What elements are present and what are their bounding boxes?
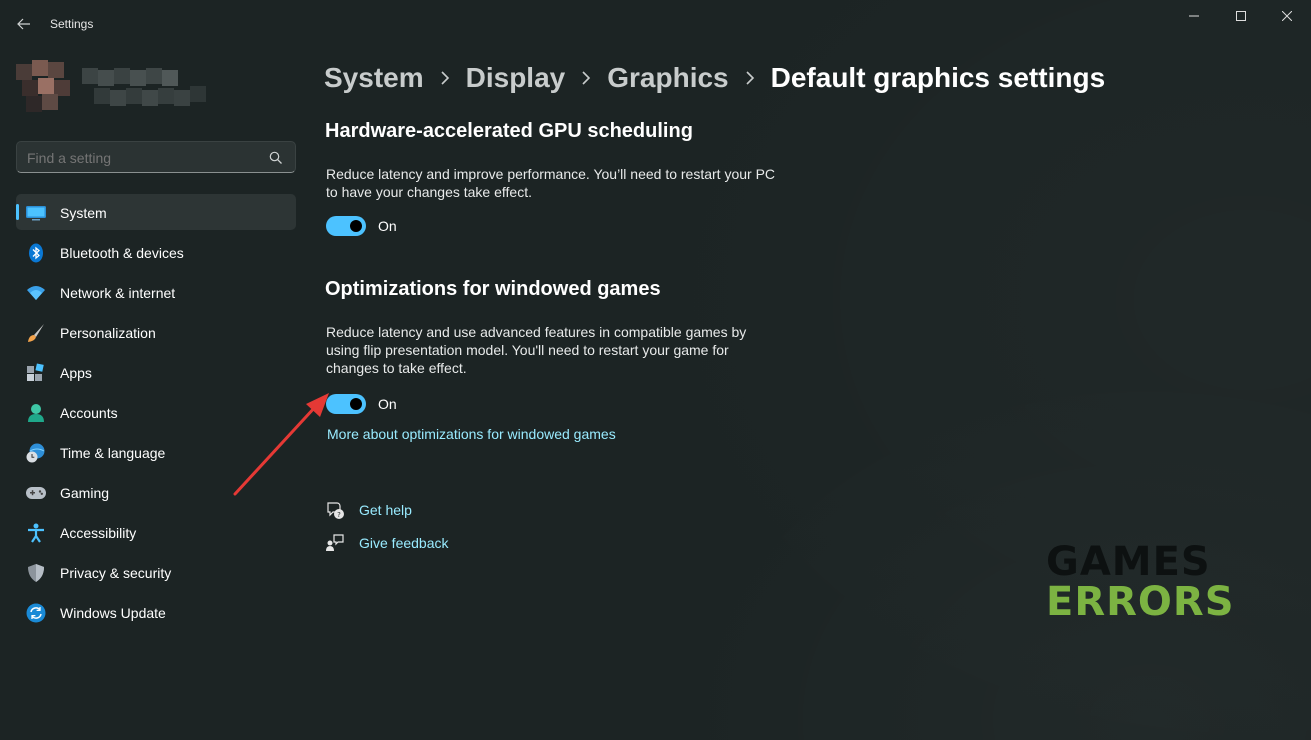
user-profile-avatar[interactable] [6, 54, 218, 116]
sidebar-item-label: Accounts [60, 405, 118, 421]
windowed-games-title: Optimizations for windowed games [325, 278, 661, 300]
sidebar-item-label: Network & internet [60, 285, 176, 301]
search-input[interactable] [27, 150, 257, 166]
annotation-arrow-icon [233, 393, 329, 496]
sidebar-item-label: System [60, 205, 107, 221]
sidebar-item-label: Gaming [60, 485, 110, 501]
toggle-knob [350, 220, 362, 232]
breadcrumb-graphics[interactable]: Graphics [607, 62, 728, 94]
search-box[interactable] [16, 141, 296, 173]
monitor-icon [26, 203, 46, 223]
wifi-icon [26, 283, 46, 303]
gpu-scheduling-description: Reduce latency and improve performance. … [326, 166, 776, 200]
back-button[interactable] [10, 12, 38, 36]
sidebar-item-bluetooth[interactable]: Bluetooth & devices [16, 234, 296, 270]
brush-icon [26, 323, 46, 343]
get-help-label: Get help [359, 502, 412, 518]
sidebar-item-label: Personalization [60, 325, 156, 341]
chevron-right-icon [581, 71, 591, 85]
app-title: Settings [50, 17, 94, 31]
bluetooth-icon [26, 243, 46, 263]
chevron-right-icon [745, 71, 755, 85]
shield-icon [26, 563, 46, 583]
sidebar-item-label: Windows Update [60, 605, 166, 621]
windowed-games-description: Reduce latency and use advanced features… [326, 324, 747, 376]
gpu-scheduling-title: Hardware-accelerated GPU scheduling [325, 120, 693, 142]
watermark-line-2: ERRORS [1046, 579, 1235, 625]
selection-indicator [16, 204, 19, 220]
gpu-scheduling-state: On [378, 218, 397, 234]
sidebar-item-accessibility[interactable]: Accessibility [16, 514, 296, 550]
accessibility-icon [26, 523, 46, 543]
sidebar-item-label: Time & language [60, 445, 166, 461]
title-bar: Settings [0, 0, 1311, 48]
windowed-games-state: On [378, 396, 397, 412]
back-arrow-icon [17, 18, 30, 30]
minimize-icon [1189, 15, 1199, 17]
breadcrumb-display[interactable]: Display [466, 62, 566, 94]
page-title: Default graphics settings [770, 62, 1106, 93]
watermark-line-1: GAMES [1046, 539, 1211, 585]
svg-text:?: ? [337, 511, 341, 519]
search-icon[interactable] [269, 151, 283, 165]
toggle-knob [350, 398, 362, 410]
gpu-scheduling-toggle[interactable] [326, 216, 366, 236]
breadcrumb-system[interactable]: System [324, 62, 424, 94]
sidebar-item-label: Bluetooth & devices [60, 245, 184, 261]
sidebar-item-privacy[interactable]: Privacy & security [16, 554, 296, 590]
close-icon [1282, 11, 1292, 21]
sidebar-item-windows-update[interactable]: Windows Update [16, 594, 296, 630]
give-feedback-label: Give feedback [359, 535, 449, 551]
chevron-right-icon [440, 71, 450, 85]
maximize-button[interactable] [1218, 0, 1264, 32]
sidebar-item-network[interactable]: Network & internet [16, 274, 296, 310]
games-errors-watermark-logo: GAMES ERRORS [1046, 539, 1234, 626]
sidebar-item-label: Privacy & security [60, 565, 172, 581]
update-icon [26, 603, 46, 623]
breadcrumb: System Display Graphics Default graphics… [324, 58, 1105, 98]
apps-icon [26, 363, 46, 383]
help-chat-icon: ? [327, 502, 344, 519]
person-icon [26, 403, 46, 423]
globe-clock-icon [26, 443, 46, 463]
sidebar-item-label: Accessibility [60, 525, 137, 541]
minimize-button[interactable] [1171, 0, 1217, 32]
feedback-icon [326, 534, 344, 551]
maximize-icon [1236, 11, 1246, 21]
sidebar-item-label: Apps [60, 365, 92, 381]
windowed-games-learn-more-link[interactable]: More about optimizations for windowed ga… [327, 426, 616, 442]
sidebar-item-personalization[interactable]: Personalization [16, 314, 296, 350]
sidebar-item-apps[interactable]: Apps [16, 354, 296, 390]
sidebar-item-system[interactable]: System [16, 194, 296, 230]
gamepad-icon [26, 483, 46, 503]
close-button[interactable] [1264, 0, 1310, 32]
